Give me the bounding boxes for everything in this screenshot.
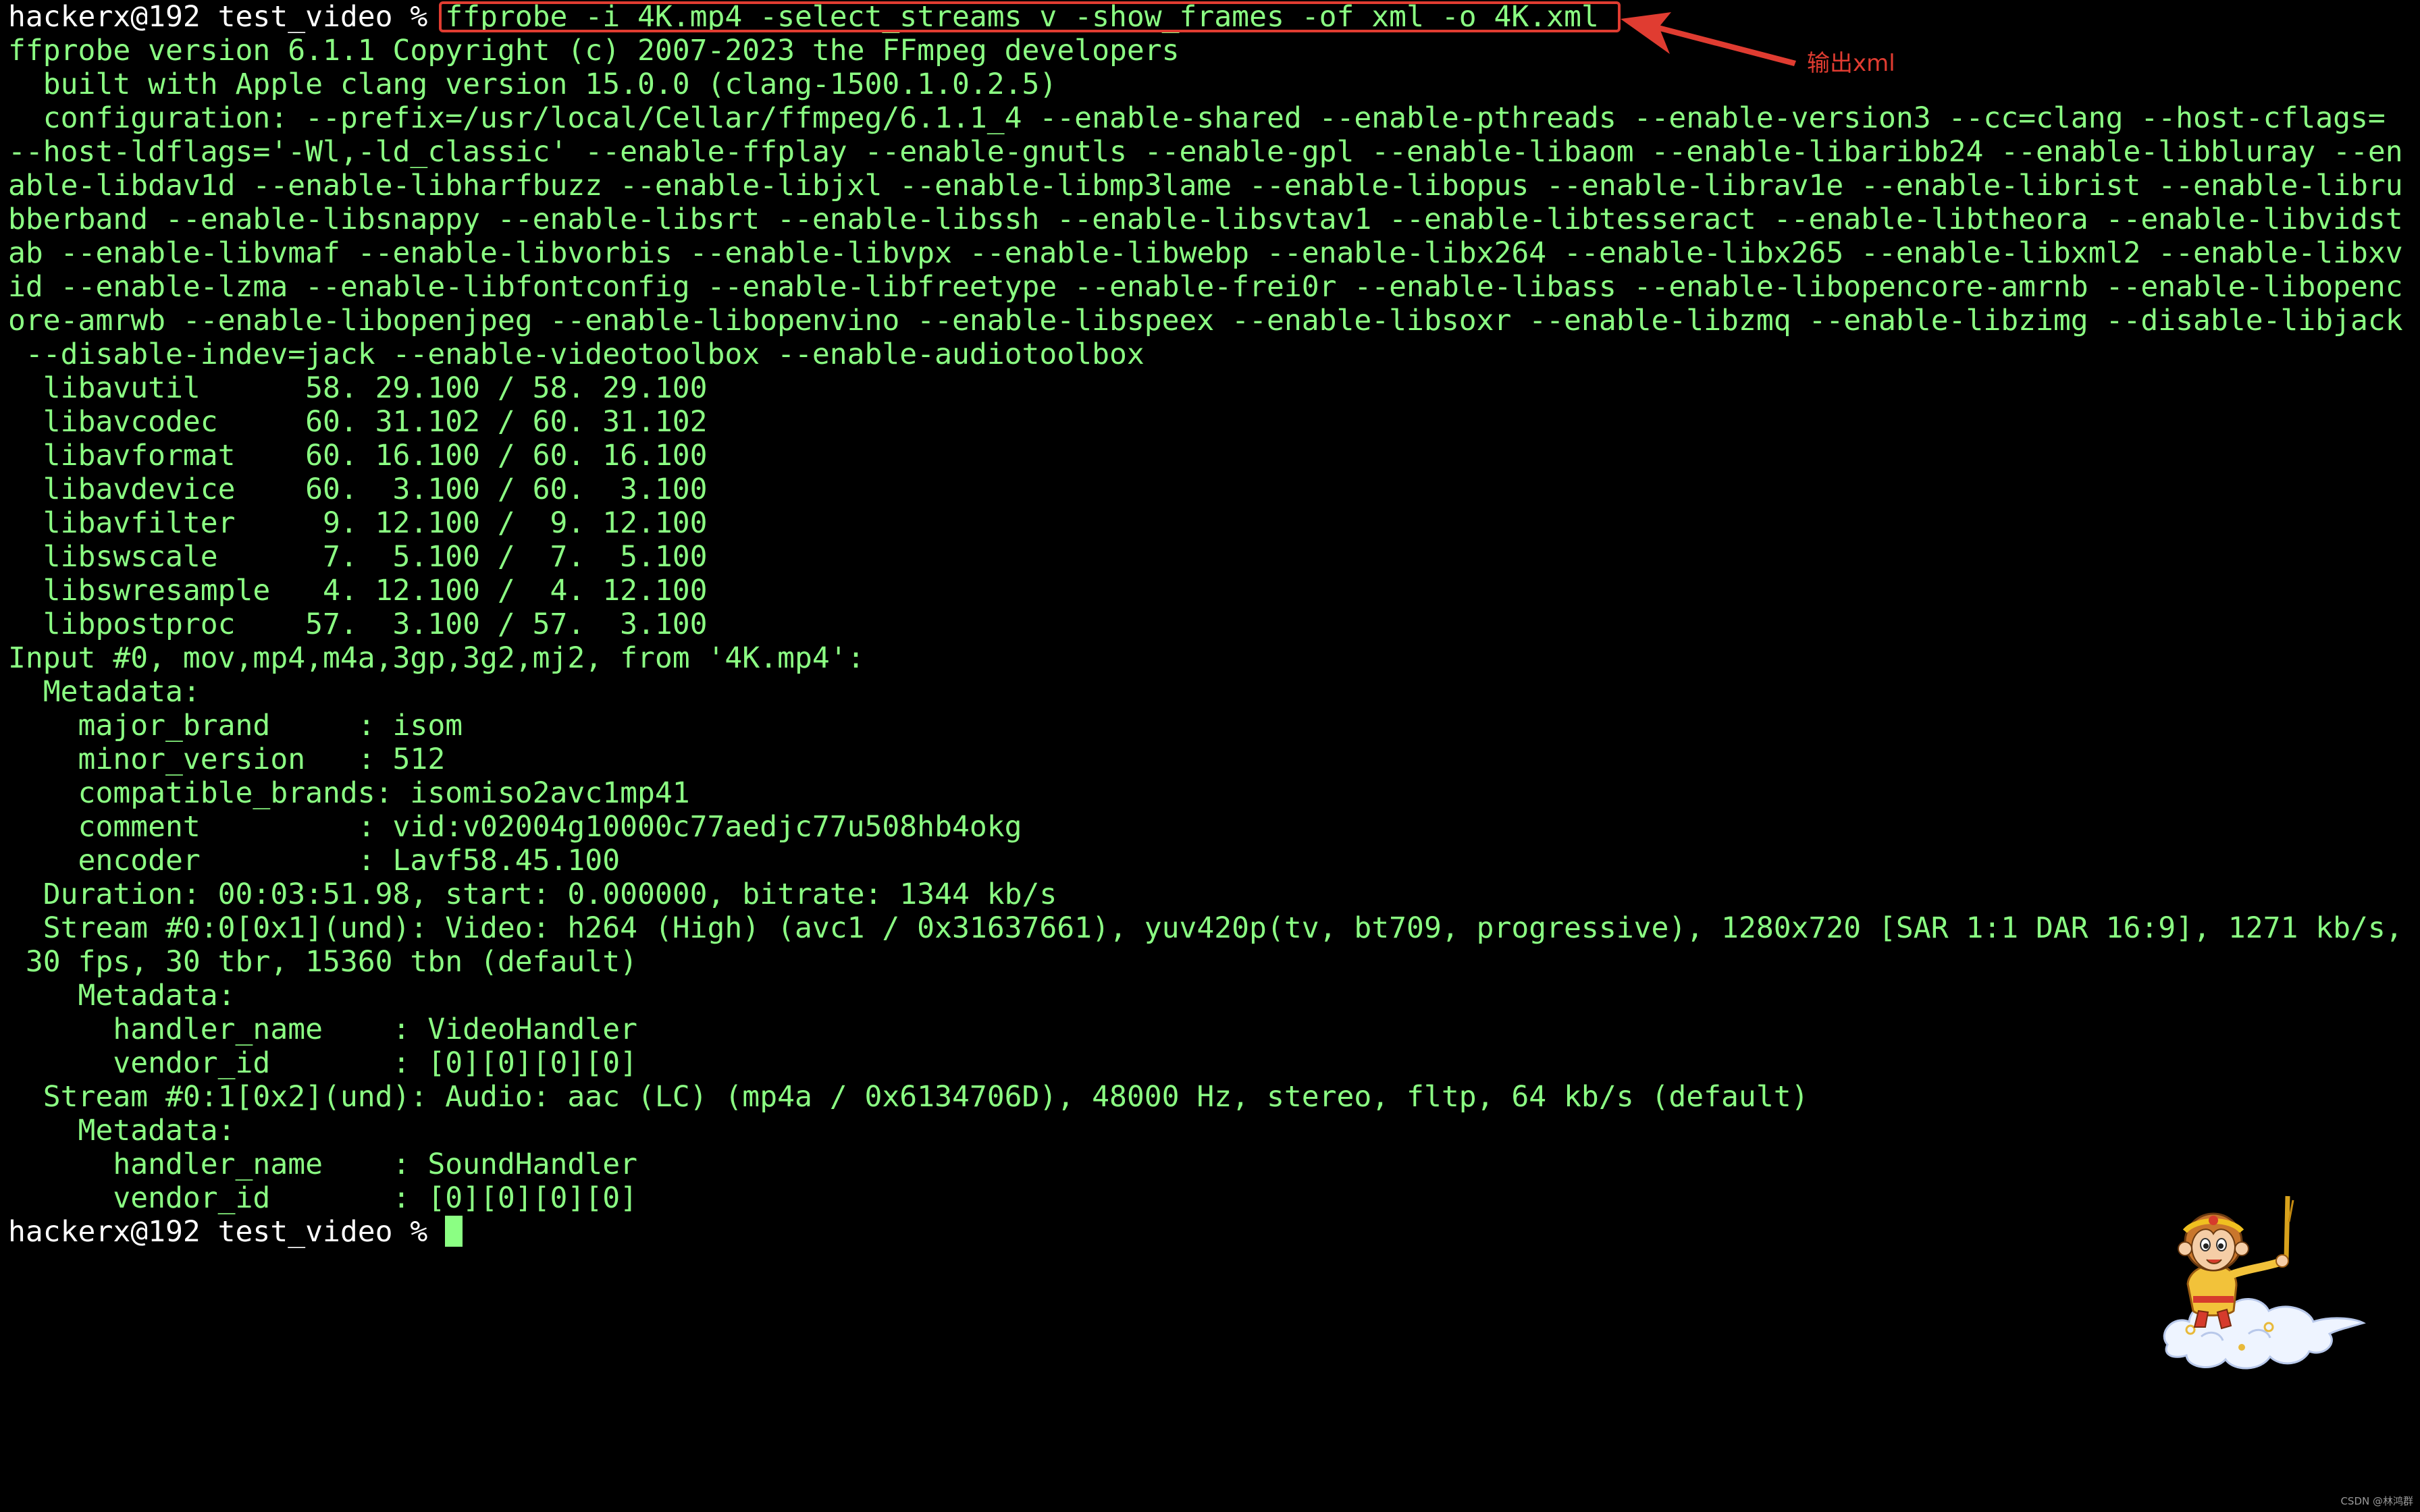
output-line: libavdevice 60. 3.100 / 60. 3.100 bbox=[8, 473, 708, 506]
output-line: libpostproc 57. 3.100 / 57. 3.100 bbox=[8, 608, 708, 641]
output-line: built with Apple clang version 15.0.0 (c… bbox=[8, 68, 1057, 101]
output-line: Metadata: bbox=[8, 979, 236, 1013]
annotation-arrow-icon bbox=[1621, 12, 1796, 66]
shell-prompt: hackerx@192 test_video % bbox=[8, 1215, 446, 1249]
output-line: libavutil 58. 29.100 / 58. 29.100 bbox=[8, 371, 708, 405]
output-line: bberband --enable-libsnappy --enable-lib… bbox=[8, 202, 2403, 236]
output-line: libavfilter 9. 12.100 / 9. 12.100 bbox=[8, 506, 708, 540]
output-line: handler_name : VideoHandler bbox=[8, 1013, 637, 1046]
output-line: vendor_id : [0][0][0][0] bbox=[8, 1046, 637, 1080]
output-line: handler_name : SoundHandler bbox=[8, 1148, 637, 1181]
output-line: Stream #0:0[0x1](und): Video: h264 (High… bbox=[8, 911, 2403, 945]
final-prompt-line[interactable]: hackerx@192 test_video % bbox=[8, 1215, 463, 1249]
output-line: minor_version : 512 bbox=[8, 742, 446, 776]
output-line: able-libdav1d --enable-libharfbuzz --ena… bbox=[8, 169, 2403, 202]
output-line: Stream #0:1[0x2](und): Audio: aac (LC) (… bbox=[8, 1080, 1809, 1114]
output-line: major_brand : isom bbox=[8, 709, 463, 742]
output-line: encoder : Lavf58.45.100 bbox=[8, 844, 621, 878]
output-line: Metadata: bbox=[8, 675, 201, 709]
terminal-cursor bbox=[445, 1216, 463, 1247]
output-line: Input #0, mov,mp4,m4a,3gp,3g2,mj2, from … bbox=[8, 641, 865, 675]
output-line: id --enable-lzma --enable-libfontconfig … bbox=[8, 270, 2403, 304]
output-line: libswresample 4. 12.100 / 4. 12.100 bbox=[8, 574, 708, 608]
output-line: vendor_id : [0][0][0][0] bbox=[8, 1181, 637, 1215]
output-line: ore-amrwb --enable-libopenjpeg --enable-… bbox=[8, 304, 2403, 338]
output-line: comment : vid:v02004g10000c77aedjc77u508… bbox=[8, 810, 1022, 844]
output-line: --host-ldflags='-Wl,-ld_classic' --enabl… bbox=[8, 135, 2403, 169]
output-line: libavformat 60. 16.100 / 60. 16.100 bbox=[8, 439, 708, 473]
shell-prompt: hackerx@192 test_video % bbox=[8, 0, 446, 34]
output-line: Duration: 00:03:51.98, start: 0.000000, … bbox=[8, 878, 1057, 911]
output-line: --disable-indev=jack --enable-videotoolb… bbox=[8, 338, 1145, 371]
monkey-king-sticker-icon bbox=[2163, 1195, 2366, 1370]
output-line: 30 fps, 30 tbr, 15360 tbn (default) bbox=[8, 945, 637, 979]
output-line: libavcodec 60. 31.102 / 60. 31.102 bbox=[8, 405, 708, 439]
annotation-label: 输出xml bbox=[1807, 50, 1895, 77]
command-highlight-box bbox=[439, 1, 1621, 32]
output-line: configuration: --prefix=/usr/local/Cella… bbox=[8, 101, 2386, 135]
output-line: Metadata: bbox=[8, 1114, 236, 1148]
terminal-window[interactable]: hackerx@192 test_video % ffprobe -i 4K.m… bbox=[0, 0, 2420, 1512]
output-line: libswscale 7. 5.100 / 7. 5.100 bbox=[8, 540, 708, 574]
output-line: ab --enable-libvmaf --enable-libvorbis -… bbox=[8, 236, 2403, 270]
output-line: ffprobe version 6.1.1 Copyright (c) 2007… bbox=[8, 34, 1180, 68]
output-line: compatible_brands: isomiso2avc1mp41 bbox=[8, 776, 690, 810]
csdn-watermark: CSDN @林鸿群 bbox=[2340, 1495, 2413, 1507]
